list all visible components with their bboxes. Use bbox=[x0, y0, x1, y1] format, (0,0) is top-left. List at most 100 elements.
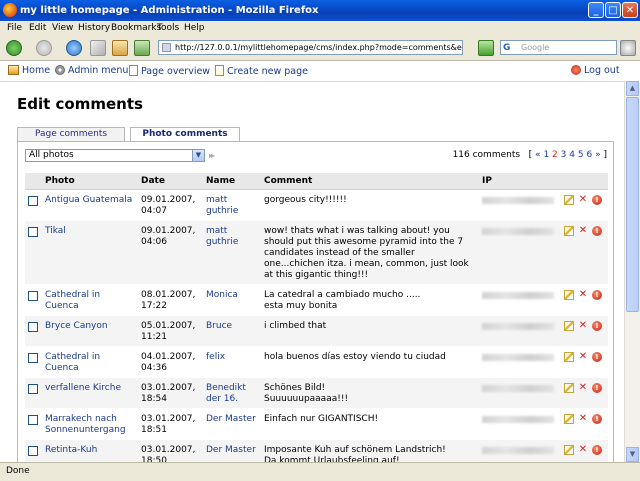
pager-prev[interactable]: « bbox=[535, 150, 541, 160]
delete-icon[interactable]: ✕ bbox=[578, 445, 588, 455]
delete-icon[interactable]: ✕ bbox=[578, 414, 588, 424]
info-icon[interactable]: ! bbox=[592, 414, 602, 424]
row-checkbox[interactable] bbox=[28, 384, 38, 394]
edit-icon[interactable] bbox=[564, 445, 574, 455]
delete-icon[interactable]: ✕ bbox=[578, 195, 588, 205]
status-bar: Done bbox=[0, 462, 640, 481]
ip-address-redacted bbox=[482, 323, 554, 330]
chevron-down-icon[interactable]: ▼ bbox=[192, 150, 204, 161]
admin-menu-link[interactable]: Admin menu bbox=[55, 65, 128, 76]
pager-page-4[interactable]: 4 bbox=[569, 150, 575, 160]
close-window-button[interactable]: ✕ bbox=[622, 2, 638, 18]
url-text: http://127.0.0.1/mylittlehomepage/cms/in… bbox=[175, 43, 462, 52]
photo-link[interactable]: Antigua Guatemala bbox=[45, 195, 132, 205]
photo-link[interactable]: Retinta-Kuh bbox=[45, 445, 97, 455]
menu-edit[interactable]: Edit bbox=[29, 23, 46, 33]
commenter-name-link[interactable]: Der Master bbox=[206, 445, 256, 455]
delete-icon[interactable]: ✕ bbox=[578, 290, 588, 300]
menu-view[interactable]: View bbox=[52, 23, 73, 33]
page-overview-link[interactable]: Page overview bbox=[129, 65, 210, 77]
delete-icon[interactable]: ✕ bbox=[578, 226, 588, 236]
photo-link[interactable]: Cathedral in Cuenca bbox=[45, 290, 100, 311]
column-photo: Photo bbox=[42, 173, 138, 190]
scroll-down-icon[interactable]: ▼ bbox=[626, 447, 639, 462]
info-icon[interactable]: ! bbox=[592, 352, 602, 362]
table-row: verfallene Kirche 03.01.2007, 18:54 Benedi… bbox=[25, 377, 608, 409]
tab-page-comments[interactable]: Page comments bbox=[17, 127, 125, 142]
maximize-button[interactable]: □ bbox=[605, 2, 621, 18]
url-bar[interactable]: http://127.0.0.1/mylittlehomepage/cms/in… bbox=[158, 40, 463, 55]
row-checkbox[interactable] bbox=[28, 353, 38, 363]
back-icon[interactable] bbox=[6, 40, 22, 56]
menu-help[interactable]: Help bbox=[184, 23, 205, 33]
menu-tools[interactable]: Tools bbox=[157, 23, 179, 33]
comment-text: i climbed that bbox=[261, 315, 479, 347]
scroll-up-icon[interactable]: ▲ bbox=[626, 81, 639, 96]
photo-filter-select[interactable]: All photos ▼ bbox=[25, 149, 205, 162]
row-checkbox[interactable] bbox=[28, 322, 38, 332]
edit-icon[interactable] bbox=[564, 352, 574, 362]
delete-icon[interactable]: ✕ bbox=[578, 321, 588, 331]
row-checkbox[interactable] bbox=[28, 415, 38, 425]
delete-icon[interactable]: ✕ bbox=[578, 383, 588, 393]
commenter-name-link[interactable]: matt guthrie bbox=[206, 226, 238, 247]
row-checkbox[interactable] bbox=[28, 446, 38, 456]
edit-icon[interactable] bbox=[564, 321, 574, 331]
go-arrows-icon[interactable]: ▸▸ bbox=[209, 151, 215, 160]
commenter-name-link[interactable]: Monica bbox=[206, 290, 238, 300]
row-checkbox[interactable] bbox=[28, 196, 38, 206]
comment-text: hola buenos días estoy viendo tu ciudad bbox=[261, 346, 479, 378]
search-magnifier-icon[interactable] bbox=[620, 40, 636, 56]
menu-history[interactable]: History bbox=[78, 23, 110, 33]
vertical-scrollbar[interactable]: ▲ ▼ bbox=[624, 81, 640, 462]
stop-icon[interactable] bbox=[90, 40, 106, 56]
comment-text: gorgeous city!!!!!! bbox=[261, 189, 479, 221]
home-icon[interactable] bbox=[112, 40, 128, 56]
info-icon[interactable]: ! bbox=[592, 321, 602, 331]
pager-page-1[interactable]: 1 bbox=[543, 150, 549, 160]
row-checkbox[interactable] bbox=[28, 227, 38, 237]
commenter-name-link[interactable]: Bruce bbox=[206, 321, 232, 331]
scroll-thumb[interactable] bbox=[626, 97, 639, 312]
ip-address-redacted bbox=[482, 354, 554, 361]
info-icon[interactable]: ! bbox=[592, 290, 602, 300]
delete-icon[interactable]: ✕ bbox=[578, 352, 588, 362]
minimize-button[interactable]: _ bbox=[588, 2, 604, 18]
logout-link[interactable]: Log out bbox=[571, 65, 620, 76]
comment-date: 04.01.2007, 04:36 bbox=[138, 346, 203, 378]
photo-link[interactable]: Tikal bbox=[45, 226, 66, 236]
home-link[interactable]: Home bbox=[8, 65, 50, 76]
menu-file[interactable]: File bbox=[7, 23, 22, 33]
edit-icon[interactable] bbox=[564, 414, 574, 424]
row-checkbox[interactable] bbox=[28, 291, 38, 301]
bookmark-icon[interactable] bbox=[134, 40, 150, 56]
photo-link[interactable]: verfallene Kirche bbox=[45, 383, 121, 393]
pagination: 116 comments [ « 1 2 3 4 5 6 » ] bbox=[453, 150, 607, 160]
commenter-name-link[interactable]: felix bbox=[206, 352, 225, 362]
info-icon[interactable]: ! bbox=[592, 383, 602, 393]
commenter-name-link[interactable]: Der Master bbox=[206, 414, 256, 424]
pager-page-5[interactable]: 5 bbox=[578, 150, 584, 160]
pager-next[interactable]: » bbox=[595, 150, 601, 160]
edit-icon[interactable] bbox=[564, 383, 574, 393]
commenter-name-link[interactable]: Benedikt der 16. bbox=[206, 383, 246, 404]
commenter-name-link[interactable]: matt guthrie bbox=[206, 195, 238, 216]
photo-link[interactable]: Cathedral in Cuenca bbox=[45, 352, 100, 373]
edit-icon[interactable] bbox=[564, 290, 574, 300]
go-icon[interactable] bbox=[478, 40, 494, 56]
edit-icon[interactable] bbox=[564, 195, 574, 205]
menu-bookmarks[interactable]: Bookmarks bbox=[111, 23, 161, 33]
info-icon[interactable]: ! bbox=[592, 445, 602, 455]
photo-link[interactable]: Bryce Canyon bbox=[45, 321, 108, 331]
search-input[interactable]: G Google bbox=[500, 40, 617, 55]
pager-page-3[interactable]: 3 bbox=[561, 150, 567, 160]
info-icon[interactable]: ! bbox=[592, 195, 602, 205]
photo-link[interactable]: Marrakech nach Sonnenuntergang bbox=[45, 414, 126, 435]
create-page-link[interactable]: Create new page bbox=[215, 65, 308, 77]
edit-icon[interactable] bbox=[564, 226, 574, 236]
forward-icon[interactable] bbox=[36, 40, 52, 56]
info-icon[interactable]: ! bbox=[592, 226, 602, 236]
column-ip: IP bbox=[479, 173, 561, 190]
reload-icon[interactable] bbox=[66, 40, 82, 56]
pager-page-6[interactable]: 6 bbox=[586, 150, 592, 160]
